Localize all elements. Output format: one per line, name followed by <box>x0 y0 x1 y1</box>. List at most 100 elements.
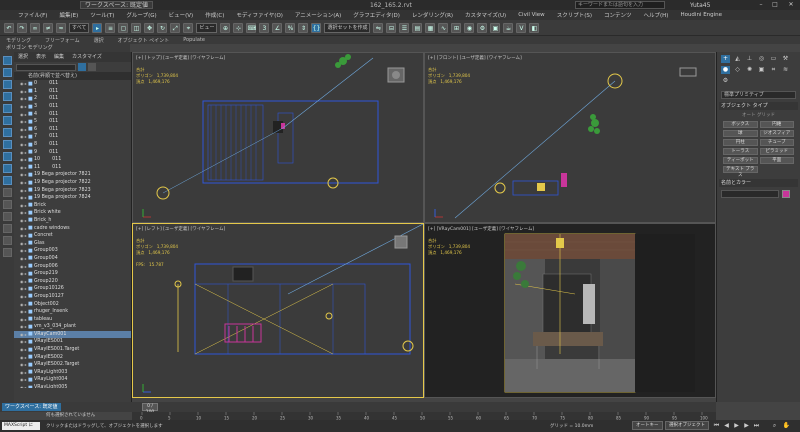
list-item[interactable]: ◉ ▸ ■ Brick_h <box>14 217 131 225</box>
visibility-icon[interactable]: ◉ ▸ <box>14 180 28 185</box>
undo-icon[interactable]: ↶ <box>4 22 14 33</box>
visibility-icon[interactable]: ◉ ▸ <box>14 127 28 132</box>
display-bones-icon[interactable] <box>2 152 12 161</box>
menu-animation[interactable]: アニメーション(A) <box>289 11 347 19</box>
display-none-icon[interactable] <box>2 200 12 209</box>
ribbon-tab-object-paint[interactable]: オブジェクト ペイント <box>118 37 170 44</box>
schematic-view-icon[interactable]: ⊞ <box>451 22 462 33</box>
visibility-icon[interactable]: ◉ ▸ <box>14 195 28 200</box>
name-color-rollout[interactable]: 名前とカラー <box>719 179 798 187</box>
list-item[interactable]: ◉ ▸ ■ 6 011 <box>14 126 131 134</box>
list-item[interactable]: ◉ ▸ ■ Concret <box>14 232 131 240</box>
list-item[interactable]: ◉ ▸ ■ Group10127 <box>14 293 131 301</box>
list-item[interactable]: ◉ ▸ ■ 1 011 <box>14 88 131 96</box>
list-item[interactable]: ◉ ▸ ■ VRayIES001 <box>14 338 131 346</box>
visibility-icon[interactable]: ◉ ▸ <box>14 339 28 344</box>
modify-tab-icon[interactable]: ◭ <box>733 55 742 63</box>
object-name-input[interactable] <box>721 190 779 198</box>
render-production-icon[interactable]: ☕ <box>503 22 514 33</box>
user-account[interactable]: Yuta45 <box>690 2 710 9</box>
list-item[interactable]: ◉ ▸ ■ VRayCam001 <box>14 330 131 339</box>
close-icon[interactable]: ✕ <box>784 0 798 10</box>
explorer-search-input[interactable] <box>16 63 76 71</box>
explorer-tab-customize[interactable]: カスタマイズ <box>72 52 102 62</box>
list-item[interactable]: ◉ ▸ ■ Brick <box>14 202 131 210</box>
list-item[interactable]: ◉ ▸ ■ Group220 <box>14 277 131 285</box>
pan-icon[interactable]: ✋ <box>782 421 791 430</box>
geosphere-button[interactable]: ジオスフィア <box>759 130 794 137</box>
visibility-icon[interactable]: ◉ ▸ <box>14 377 28 382</box>
list-item[interactable]: ◉ ▸ ■ 19 Bega projector 7823 <box>14 186 131 194</box>
go-to-end-icon[interactable]: ⏭ <box>752 421 761 430</box>
vray-icon[interactable]: V <box>516 22 527 33</box>
workspace-dropdown[interactable]: ワークスペース: 既定値 <box>2 403 61 411</box>
torus-button[interactable]: トーラス <box>723 148 758 155</box>
list-item[interactable]: ◉ ▸ ■ Glas <box>14 239 131 247</box>
explorer-tab-display[interactable]: 表示 <box>36 52 46 62</box>
snap-toggle-icon[interactable]: 3 <box>259 22 270 33</box>
list-item[interactable]: ◉ ▸ ■ VRayIES001.Target <box>14 346 131 354</box>
menu-file[interactable]: ファイル(F) <box>12 11 53 19</box>
list-item[interactable]: ◉ ▸ ■ Object002 <box>14 300 131 308</box>
display-all-icon[interactable] <box>2 188 12 197</box>
rendered-frame-icon[interactable]: ▣ <box>490 22 501 33</box>
menu-tools[interactable]: ツール(T) <box>84 11 120 19</box>
visibility-icon[interactable]: ◉ ▸ <box>14 142 28 147</box>
menu-edit[interactable]: 編集(E) <box>53 11 84 19</box>
filter-icon[interactable] <box>78 63 86 71</box>
place-icon[interactable]: ⌖ <box>183 22 194 33</box>
helpers-icon[interactable]: ⌗ <box>769 66 778 74</box>
visibility-icon[interactable]: ◉ ▸ <box>14 385 28 388</box>
list-item[interactable]: ◉ ▸ ■ VRayLight003 <box>14 369 131 377</box>
list-item[interactable]: ◉ ▸ ■ vm_v3_034_plant <box>14 323 131 331</box>
visibility-icon[interactable]: ◉ ▸ <box>14 355 28 360</box>
ribbon-panel-polygon-modeling[interactable]: ポリゴン モデリング <box>0 44 130 52</box>
visibility-icon[interactable]: ◉ ▸ <box>14 347 28 352</box>
list-item[interactable]: ◉ ▸ ■ Group219 <box>14 270 131 278</box>
visibility-icon[interactable]: ◉ ▸ <box>14 134 28 139</box>
geometry-icon[interactable]: ● <box>721 66 730 74</box>
visibility-icon[interactable]: ◉ ▸ <box>14 112 28 117</box>
pivot-icon[interactable]: ⊕ <box>220 22 231 33</box>
list-item[interactable]: ◉ ▸ ■ Group003 <box>14 247 131 255</box>
sort-icon[interactable] <box>88 63 96 71</box>
list-item[interactable]: ◉ ▸ ■ 2 011 <box>14 95 131 103</box>
visibility-icon[interactable]: ◉ ▸ <box>14 104 28 109</box>
viewport-front[interactable]: [+] [フロント] [ユーザ定義] [ワイヤフレーム] 合計 ポリゴン 1,7… <box>424 52 716 223</box>
maxscript-listener[interactable]: MAXScript に <box>2 422 40 430</box>
box-button[interactable]: ボックス <box>723 121 758 128</box>
visibility-icon[interactable]: ◉ ▸ <box>14 150 28 155</box>
list-item[interactable]: ◉ ▸ ■ VRayLight004 <box>14 376 131 384</box>
ribbon-tab-modeling[interactable]: モデリング <box>6 37 31 44</box>
display-tab-icon[interactable]: ▭ <box>769 55 778 63</box>
visibility-icon[interactable]: ◉ ▸ <box>14 96 28 101</box>
menu-houdini-engine[interactable]: Houdini Engine <box>674 12 728 18</box>
menu-scripting[interactable]: スクリプト(S) <box>551 11 598 19</box>
visibility-icon[interactable]: ◉ ▸ <box>14 294 28 299</box>
keyboard-shortcut-icon[interactable]: ⌨ <box>246 22 257 33</box>
zoom-icon[interactable]: ⌕ <box>770 421 779 430</box>
material-editor-icon[interactable]: ◉ <box>464 22 475 33</box>
list-item[interactable]: ◉ ▸ ■ 10 011 <box>14 156 131 164</box>
visibility-icon[interactable]: ◉ ▸ <box>14 226 28 231</box>
render-setup-icon[interactable]: ⚙ <box>477 22 488 33</box>
sync-selection-icon[interactable] <box>2 224 12 233</box>
visibility-icon[interactable]: ◉ ▸ <box>14 256 28 261</box>
auto-key-button[interactable]: オートキー <box>632 421 663 430</box>
toggle-scene-explorer-icon[interactable]: ☰ <box>399 22 410 33</box>
rect-selection-icon[interactable]: ▢ <box>118 22 129 33</box>
filter-icon[interactable] <box>2 236 12 245</box>
menu-content[interactable]: コンテンツ <box>598 11 638 19</box>
select-by-name-icon[interactable]: ≡ <box>105 22 116 33</box>
visibility-icon[interactable]: ◉ ▸ <box>14 157 28 162</box>
cylinder-button[interactable]: 円柱 <box>723 139 758 146</box>
visibility-icon[interactable]: ◉ ▸ <box>14 264 28 269</box>
list-item[interactable]: ◉ ▸ ■ VRayLight005 <box>14 384 131 388</box>
visibility-icon[interactable]: ◉ ▸ <box>14 172 28 177</box>
link-icon[interactable]: ∞ <box>30 22 40 33</box>
time-slider[interactable]: 0 / 100 <box>142 403 158 415</box>
display-containers-icon[interactable] <box>2 164 12 173</box>
spacewarps-icon[interactable]: ≋ <box>781 66 790 74</box>
visibility-icon[interactable]: ◉ ▸ <box>14 286 28 291</box>
visibility-icon[interactable]: ◉ ▸ <box>14 332 28 337</box>
